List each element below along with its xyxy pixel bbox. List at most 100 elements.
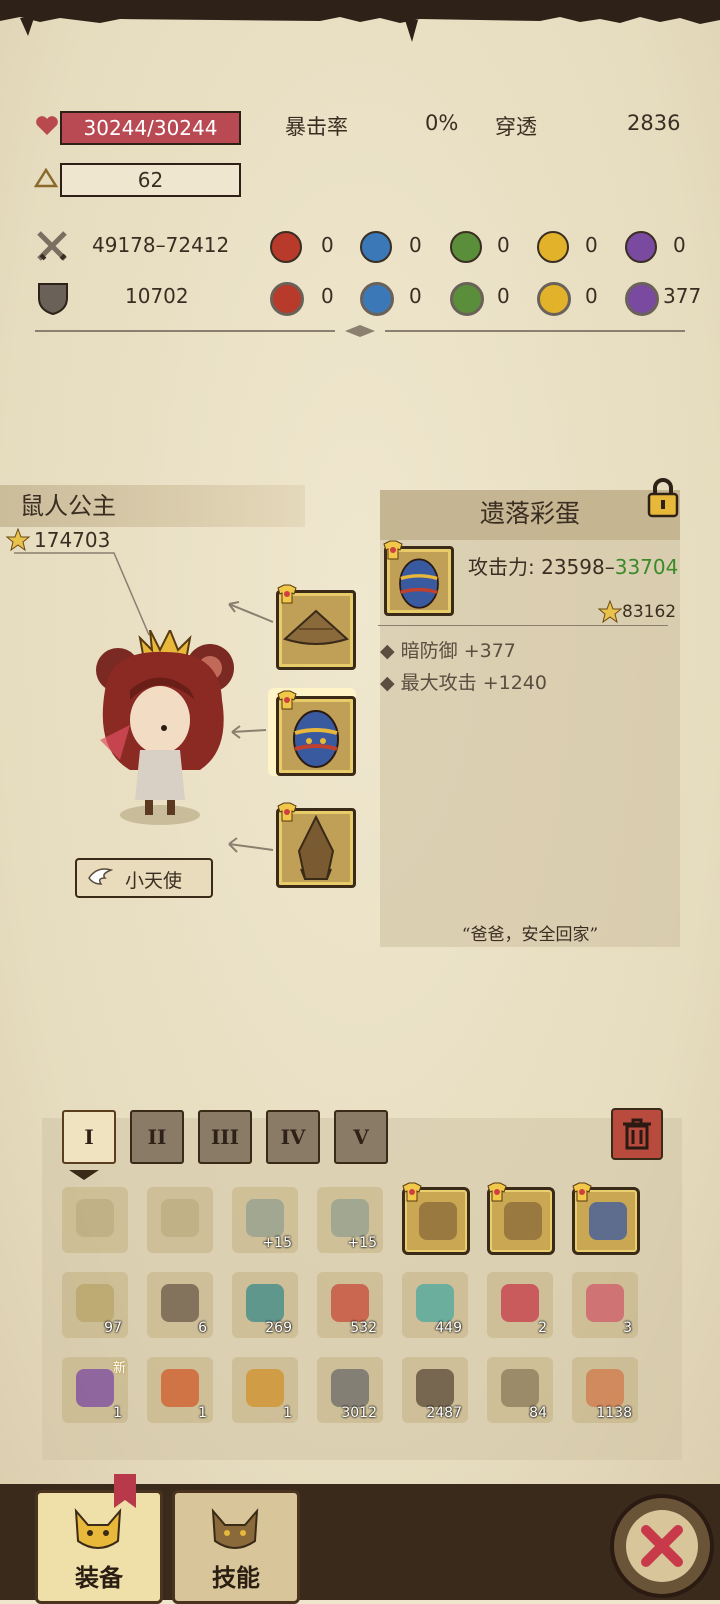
item-count: 2487 [426,1405,462,1421]
shovel-icon [501,1369,539,1407]
arrow-icon [228,601,274,623]
broom-weapon-icon [504,1202,542,1240]
lock-icon[interactable] [646,478,680,518]
close-button[interactable] [610,1494,714,1598]
straw-hat-icon [283,609,349,645]
cat-skills-icon [211,1508,259,1549]
water-element-icon [360,231,392,263]
tab-4[interactable]: IV [266,1110,320,1164]
item-count: 84 [529,1405,547,1421]
item-count: 6 [198,1320,207,1336]
broom-weapon-icon [419,1202,457,1240]
item-count: 97 [104,1320,122,1336]
inventory-slot[interactable] [487,1182,555,1255]
item-count: +15 [262,1235,292,1251]
inventory-slot[interactable]: 97 [62,1272,128,1338]
item-count: 3 [623,1320,632,1336]
inventory-slot[interactable]: 6 [147,1272,213,1338]
defense-element-value: 0 [585,284,598,308]
tab-equip[interactable]: 装备 [35,1490,163,1604]
tab-3[interactable]: III [198,1110,252,1164]
inventory-slot[interactable] [147,1187,213,1253]
close-icon [626,1510,698,1582]
nature-element-icon [450,282,484,316]
attack-value: 49178–72412 [92,233,230,257]
tab-5[interactable]: V [334,1110,388,1164]
red-potion-icon [331,1284,369,1322]
chest-icon [416,1369,454,1407]
purple-bag-icon [76,1369,114,1407]
item-count: 1 [198,1405,207,1421]
scroll-sword-icon [76,1199,114,1237]
character-portrait[interactable] [90,630,240,830]
item-count: 449 [435,1320,462,1336]
inventory-slot[interactable]: 2487 [402,1357,468,1423]
hp-bar: 30244/30244 [60,111,241,145]
gold-badge-icon [246,1369,284,1407]
shirt-badge-icon [383,540,403,560]
inventory-slot[interactable]: 84 [487,1357,553,1423]
inventory-slot[interactable]: 1138 [572,1357,638,1423]
inventory-slot[interactable]: 1 [232,1357,298,1423]
light-element-icon [537,231,569,263]
tab-2[interactable]: II [130,1110,184,1164]
pierce-value: 2836 [627,111,681,135]
inventory-slot[interactable]: 269 [232,1272,298,1338]
inventory-slot[interactable]: +15 [232,1187,298,1253]
inventory-slot[interactable]: 3 [572,1272,638,1338]
blue-hat-icon [589,1202,627,1240]
item-bonus-2: ◆ 最大攻击 +1240 [380,672,547,694]
scroll-sword-icon [161,1199,199,1237]
trash-button[interactable] [611,1108,663,1160]
shirt-badge-icon [487,1182,507,1202]
inventory-slot[interactable] [402,1182,470,1255]
inventory-slot[interactable]: +15 [317,1187,383,1253]
star-icon [598,600,622,624]
eye-scroll-icon [246,1284,284,1322]
shirt-badge-icon [277,802,297,822]
inventory-slot[interactable] [62,1187,128,1253]
divider-right [385,330,685,332]
pierce-label: 穿透 [495,115,537,139]
inventory-slot[interactable]: 1 [147,1357,213,1423]
item-count: 269 [265,1320,292,1336]
scroll-icon [76,1284,114,1322]
inventory-slot[interactable]: 1新 [62,1357,128,1423]
inventory-slot[interactable]: 3012 [317,1357,383,1423]
item-divider [378,625,668,626]
item-count: +15 [347,1235,377,1251]
easter-egg-icon [293,710,339,768]
red-flask-icon [501,1284,539,1322]
tab-equip-label: 装备 [75,1564,123,1592]
item-rating: 83162 [622,602,677,622]
inventory-slot[interactable]: 532 [317,1272,383,1338]
defense-value: 10702 [125,284,189,308]
item-count: 1138 [596,1405,632,1421]
character-rating: 174703 [34,528,111,552]
defense-element-value: 0 [321,284,334,308]
title-badge[interactable]: 小天使 [75,858,213,898]
fire-gem-icon [161,1369,199,1407]
rating-leader-line [14,552,150,636]
top-edge [0,0,720,14]
tab-skills[interactable]: 技能 [172,1490,300,1604]
shirt-badge-icon [402,1182,422,1202]
inventory-slot[interactable]: 2 [487,1272,553,1338]
inventory-slot[interactable]: 449 [402,1272,468,1338]
item-bonus-2-text: 最大攻击 +1240 [400,672,547,694]
inventory-slot[interactable] [572,1182,640,1255]
fire-element-icon [270,282,304,316]
item-bonus-1: ◆ 暗防御 +377 [380,640,516,662]
arrow-icon [231,725,267,739]
water-element-icon [360,282,394,316]
shirt-badge-icon [572,1182,592,1202]
item-count: 1 [283,1405,292,1421]
tab-1[interactable]: I [62,1110,116,1164]
stone-block-icon [331,1369,369,1407]
star-icon [6,528,30,552]
dark-element-icon [625,282,659,316]
star-potion-icon [586,1284,624,1322]
title-badge-label: 小天使 [125,870,183,892]
item-bonus-1-text: 暗防御 +377 [400,640,516,662]
wing-icon [88,868,113,885]
